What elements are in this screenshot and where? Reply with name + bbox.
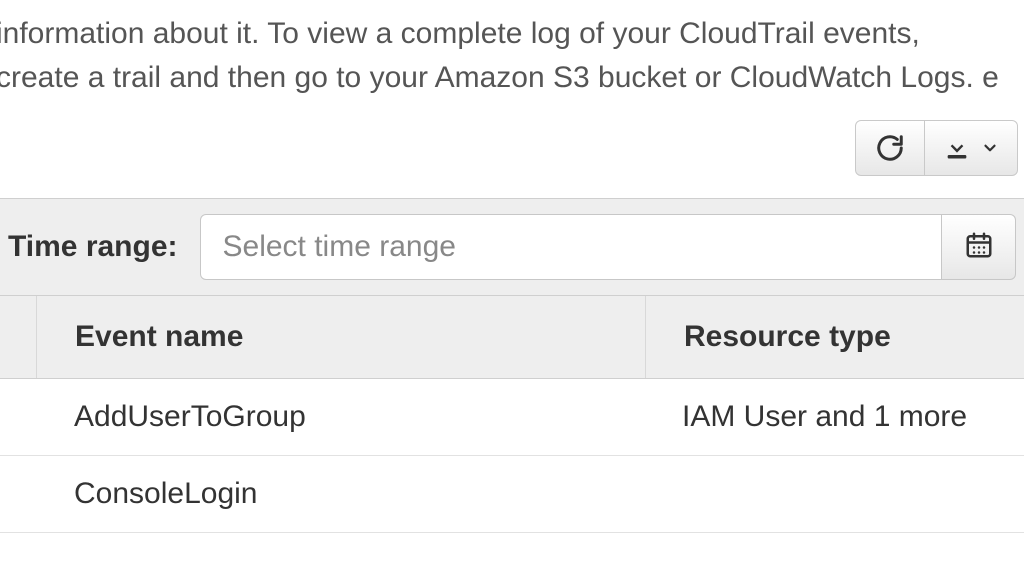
intro-text: information about it. To view a complete… [0,12,1004,99]
table-row[interactable]: ConsoleLogin [0,456,1024,533]
expand-column-spacer [0,296,37,378]
cell-event-name: ConsoleLogin [36,456,644,532]
events-table: Event name Resource type AddUserToGroup … [0,296,1024,533]
toolbar [855,120,1018,176]
table-row[interactable]: AddUserToGroup IAM User and 1 more [0,379,1024,456]
expand-toggle[interactable] [0,379,36,455]
expand-toggle[interactable] [0,456,36,532]
refresh-icon [875,133,905,163]
refresh-button[interactable] [855,120,925,176]
calendar-icon [964,230,994,265]
download-icon [943,134,971,162]
cell-resource-type: IAM User and 1 more [644,379,1024,455]
time-range-input[interactable]: Select time range [200,214,943,280]
download-button[interactable] [925,120,1018,176]
cell-resource-type [644,456,1024,532]
calendar-button[interactable] [942,214,1016,280]
column-header-resource-type[interactable]: Resource type [646,296,1024,378]
time-range-label: Time range: [8,230,178,264]
table-header-row: Event name Resource type [0,296,1024,379]
chevron-down-icon [981,139,999,157]
cell-event-name: AddUserToGroup [36,379,644,455]
column-header-event-name[interactable]: Event name [37,296,646,378]
filter-bar: Time range: Select time range [0,198,1024,296]
